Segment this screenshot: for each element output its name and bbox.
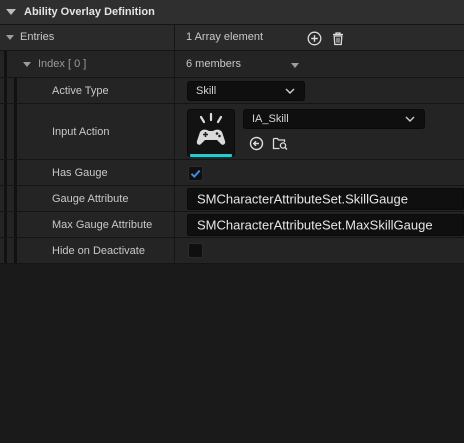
input-action-combo[interactable]: IA_Skill <box>243 109 425 129</box>
browse-arrow-icon[interactable] <box>248 135 264 151</box>
expand-arrow-icon[interactable] <box>6 9 16 15</box>
gauge-attribute-value: SMCharacterAttributeSet.SkillGauge <box>197 191 408 207</box>
trash-icon[interactable] <box>330 30 346 46</box>
has-gauge-checkbox[interactable] <box>188 166 203 181</box>
entries-row: Entries 1 Array element <box>0 25 464 51</box>
section-title: Ability Overlay Definition <box>24 6 155 18</box>
active-type-label: Active Type <box>52 85 109 97</box>
section-header[interactable]: Ability Overlay Definition <box>0 0 464 25</box>
check-icon <box>190 169 201 179</box>
details-panel: Ability Overlay Definition Entries 1 Arr… <box>0 0 464 443</box>
index-row: Index [ 0 ] 6 members <box>0 51 464 78</box>
input-action-thumbnail[interactable] <box>187 109 235 157</box>
input-action-label: Input Action <box>52 126 110 138</box>
max-gauge-attribute-field[interactable]: SMCharacterAttributeSet.MaxSkillGauge <box>187 214 464 236</box>
has-gauge-row: Has Gauge <box>0 160 464 186</box>
members-count: 6 members <box>186 58 242 70</box>
hide-on-deactivate-checkbox[interactable] <box>188 243 203 258</box>
entries-count: 1 Array element <box>186 31 264 43</box>
input-action-row: Input Action IA_Skill <box>0 104 464 160</box>
max-gauge-attribute-row: Max Gauge Attribute SMCharacterAttribute… <box>0 212 464 238</box>
active-type-value: Skill <box>196 85 217 97</box>
members-chevron-down-icon[interactable] <box>291 63 299 68</box>
input-action-value: IA_Skill <box>252 113 289 125</box>
max-gauge-attribute-label: Max Gauge Attribute <box>52 219 153 231</box>
find-in-content-browser-icon[interactable] <box>272 135 288 151</box>
chevron-down-icon <box>405 113 415 125</box>
active-type-row: Active Type Skill <box>0 78 464 104</box>
active-type-combo[interactable]: Skill <box>187 81 305 101</box>
gauge-attribute-field[interactable]: SMCharacterAttributeSet.SkillGauge <box>187 188 464 210</box>
gauge-attribute-label: Gauge Attribute <box>52 193 129 205</box>
has-gauge-label: Has Gauge <box>52 167 108 179</box>
gauge-attribute-row: Gauge Attribute SMCharacterAttributeSet.… <box>0 186 464 212</box>
hide-on-deactivate-label: Hide on Deactivate <box>52 245 145 257</box>
max-gauge-attribute-value: SMCharacterAttributeSet.MaxSkillGauge <box>197 217 433 233</box>
index-label: Index [ 0 ] <box>38 58 87 70</box>
chevron-down-icon <box>285 85 295 97</box>
gamepad-icon <box>196 112 226 145</box>
entries-label: Entries <box>20 31 55 43</box>
plus-circle-icon[interactable] <box>306 30 322 46</box>
index-expand-arrow-icon[interactable] <box>23 62 31 67</box>
hide-on-deactivate-row: Hide on Deactivate <box>0 238 464 264</box>
entries-expand-arrow-icon[interactable] <box>6 35 14 40</box>
